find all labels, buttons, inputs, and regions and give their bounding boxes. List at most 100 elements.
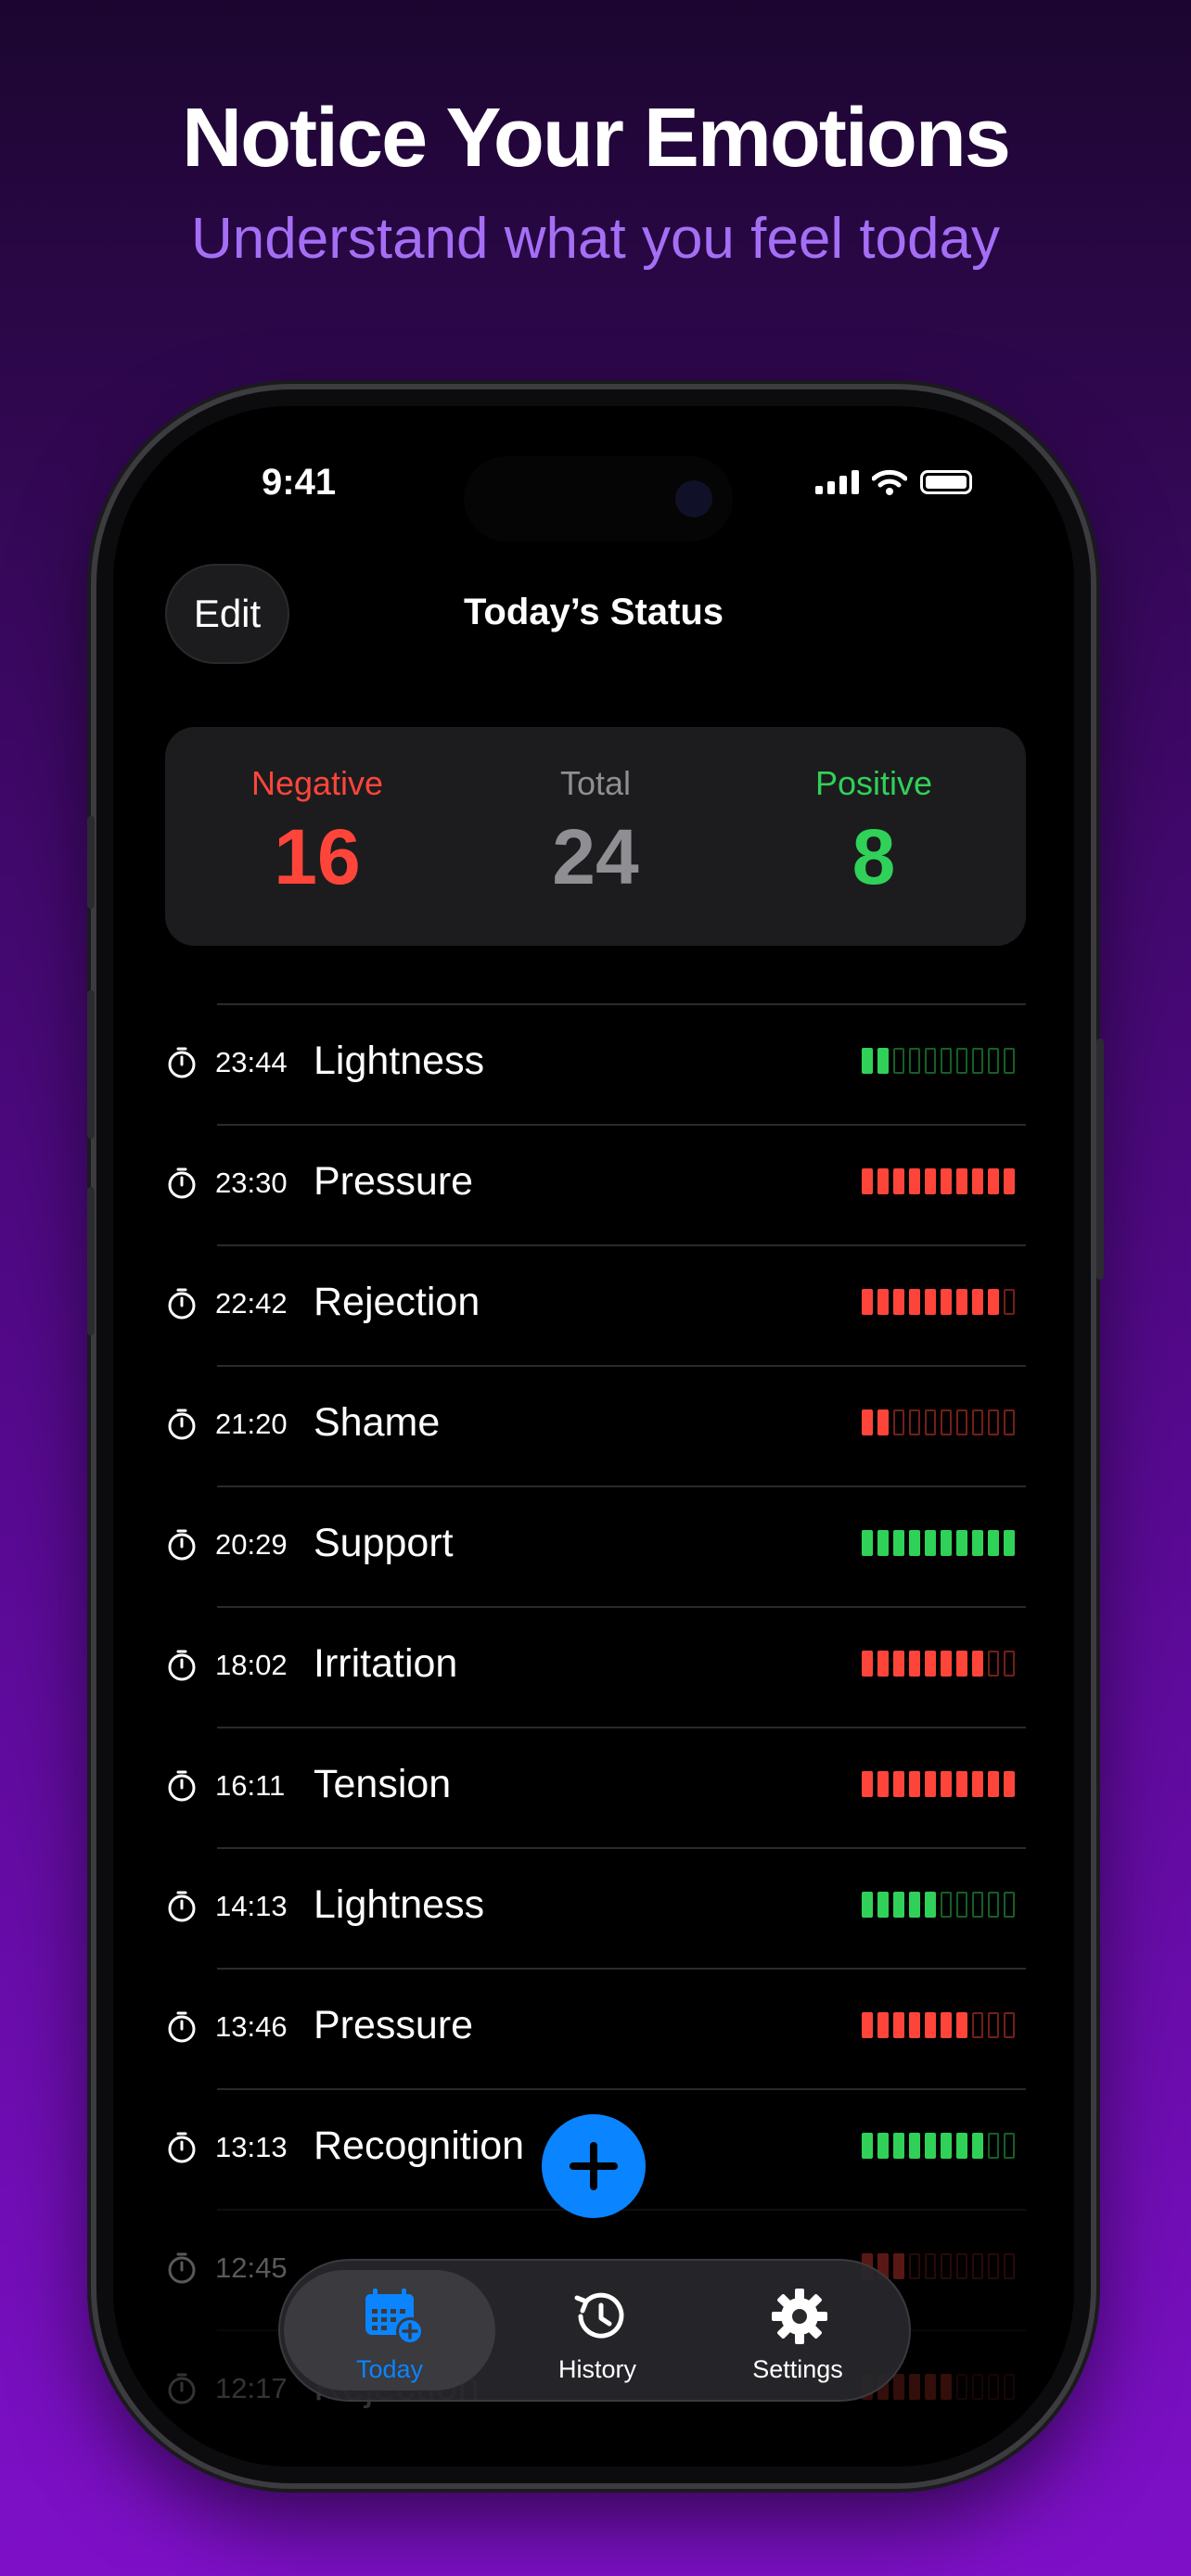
intensity-bar [893, 2012, 904, 2038]
intensity-bar [941, 1530, 952, 1556]
intensity-bar [988, 1771, 999, 1797]
intensity-bar [972, 2133, 983, 2159]
entry-row[interactable]: 16:11 Tension [165, 1727, 1026, 1847]
intensity-bar [1004, 1651, 1015, 1677]
intensity-bar [956, 1530, 967, 1556]
row-separator [217, 1486, 1026, 1487]
tab-today[interactable]: Today [284, 2270, 495, 2391]
intensity-bar [877, 1530, 889, 1556]
intensity-bar [925, 2012, 936, 2038]
entry-row[interactable]: 21:20 Shame [165, 1365, 1026, 1486]
intensity-bar [941, 1168, 952, 1194]
entry-emotion: Support [314, 1521, 454, 1565]
intensity-bar [1004, 1892, 1015, 1918]
intensity-bar [925, 1771, 936, 1797]
entry-row[interactable]: 23:44 Lightness [165, 1003, 1026, 1124]
intensity-bar [988, 2133, 999, 2159]
entry-time: 20:29 [215, 1528, 288, 1561]
timer-icon [165, 1890, 198, 1923]
total-label: Total [559, 764, 632, 802]
entry-time: 14:13 [215, 1890, 288, 1922]
intensity-bar [909, 1651, 920, 1677]
intensity-bar [909, 2253, 920, 2279]
intensity-bar [862, 1530, 873, 1556]
intensity-bar [909, 1530, 920, 1556]
intensity-bar [862, 2133, 873, 2159]
intensity-bar [956, 1892, 967, 1918]
entry-emotion: Lightness [314, 1882, 485, 1927]
intensity-bar [925, 2253, 936, 2279]
intensity-bar [893, 1289, 904, 1315]
tab-history[interactable]: History [492, 2270, 703, 2391]
entry-list: 23:44 Lightness 23:30 Pressure 22:42 Rejectio… [165, 1003, 1026, 2450]
entry-row[interactable]: 18:02 Irritation [165, 1606, 1026, 1727]
intensity-bar [956, 2012, 967, 2038]
timer-icon [165, 1769, 198, 1803]
intensity-bar [972, 1651, 983, 1677]
intensity-bar [1004, 2374, 1015, 2400]
tab-settings[interactable]: Settings [692, 2270, 903, 2391]
entry-time: 21:20 [215, 1408, 288, 1440]
intensity-bar [972, 1530, 983, 1556]
intensity-bar [909, 1168, 920, 1194]
intensity-bar [941, 2253, 952, 2279]
promo-subline: Understand what you feel today [191, 207, 1000, 271]
intensity-bar [972, 2012, 983, 2038]
promo-headline: Notice Your Emotions [182, 92, 1011, 185]
negative-label: Negative [250, 764, 384, 802]
intensity-bar [877, 2133, 889, 2159]
entry-row[interactable]: 14:13 Lightness [165, 1847, 1026, 1968]
entry-row[interactable]: 23:30 Pressure [165, 1124, 1026, 1244]
intensity-bar [1004, 1168, 1015, 1194]
negative-summary: Negative 16 [178, 764, 456, 902]
intensity-bar [972, 1168, 983, 1194]
intensity-bar [877, 1048, 889, 1074]
intensity-meter [862, 1771, 1015, 1797]
row-separator [217, 1003, 1026, 1005]
camera-icon [675, 480, 712, 517]
entry-emotion: Tension [314, 1762, 452, 1806]
entry-row[interactable]: 20:29 Support [165, 1486, 1026, 1606]
intensity-bar [941, 1048, 952, 1074]
intensity-bar [862, 1289, 873, 1315]
entry-row[interactable]: 22:42 Rejection [165, 1244, 1026, 1365]
intensity-bar [909, 2012, 920, 2038]
intensity-meter [862, 1409, 1015, 1435]
intensity-bar [941, 2133, 952, 2159]
intensity-bar [988, 1530, 999, 1556]
add-entry-button[interactable] [542, 2114, 646, 2218]
tab-today-label: Today [355, 2355, 424, 2383]
intensity-bar [893, 1048, 904, 1074]
entry-time: 23:44 [215, 1046, 288, 1078]
intensity-bar [909, 2374, 920, 2400]
intensity-bar [925, 1530, 936, 1556]
entry-emotion: Rejection [314, 1280, 480, 1324]
intensity-bar [893, 1651, 904, 1677]
intensity-bar [972, 2253, 983, 2279]
intensity-bar [862, 2012, 873, 2038]
intensity-bar [972, 1771, 983, 1797]
intensity-bar [956, 2374, 967, 2400]
intensity-bar [877, 1892, 889, 1918]
intensity-bar [909, 1409, 920, 1435]
intensity-bar [941, 1651, 952, 1677]
timer-icon [165, 1408, 198, 1441]
intensity-bar [925, 1651, 936, 1677]
entry-row[interactable]: 13:46 Pressure [165, 1968, 1026, 2088]
status-time: 9:41 [262, 462, 337, 503]
volume-up-button [87, 990, 95, 1139]
row-separator [217, 1847, 1026, 1849]
intensity-bar [1004, 1771, 1015, 1797]
intensity-bar [1004, 2253, 1015, 2279]
intensity-bar [988, 1289, 999, 1315]
intensity-meter [862, 1289, 1015, 1315]
positive-label: Positive [814, 764, 933, 802]
total-count: 24 [552, 813, 639, 900]
app-screen: 9:41 Edit Today’s Status Negative 16 Tot… [113, 406, 1074, 2467]
page-title: Today’s Status [463, 592, 724, 632]
intensity-meter [862, 1530, 1015, 1556]
intensity-bar [862, 1409, 873, 1435]
intensity-bar [956, 2133, 967, 2159]
intensity-bar [877, 1289, 889, 1315]
intensity-bar [956, 1048, 967, 1074]
